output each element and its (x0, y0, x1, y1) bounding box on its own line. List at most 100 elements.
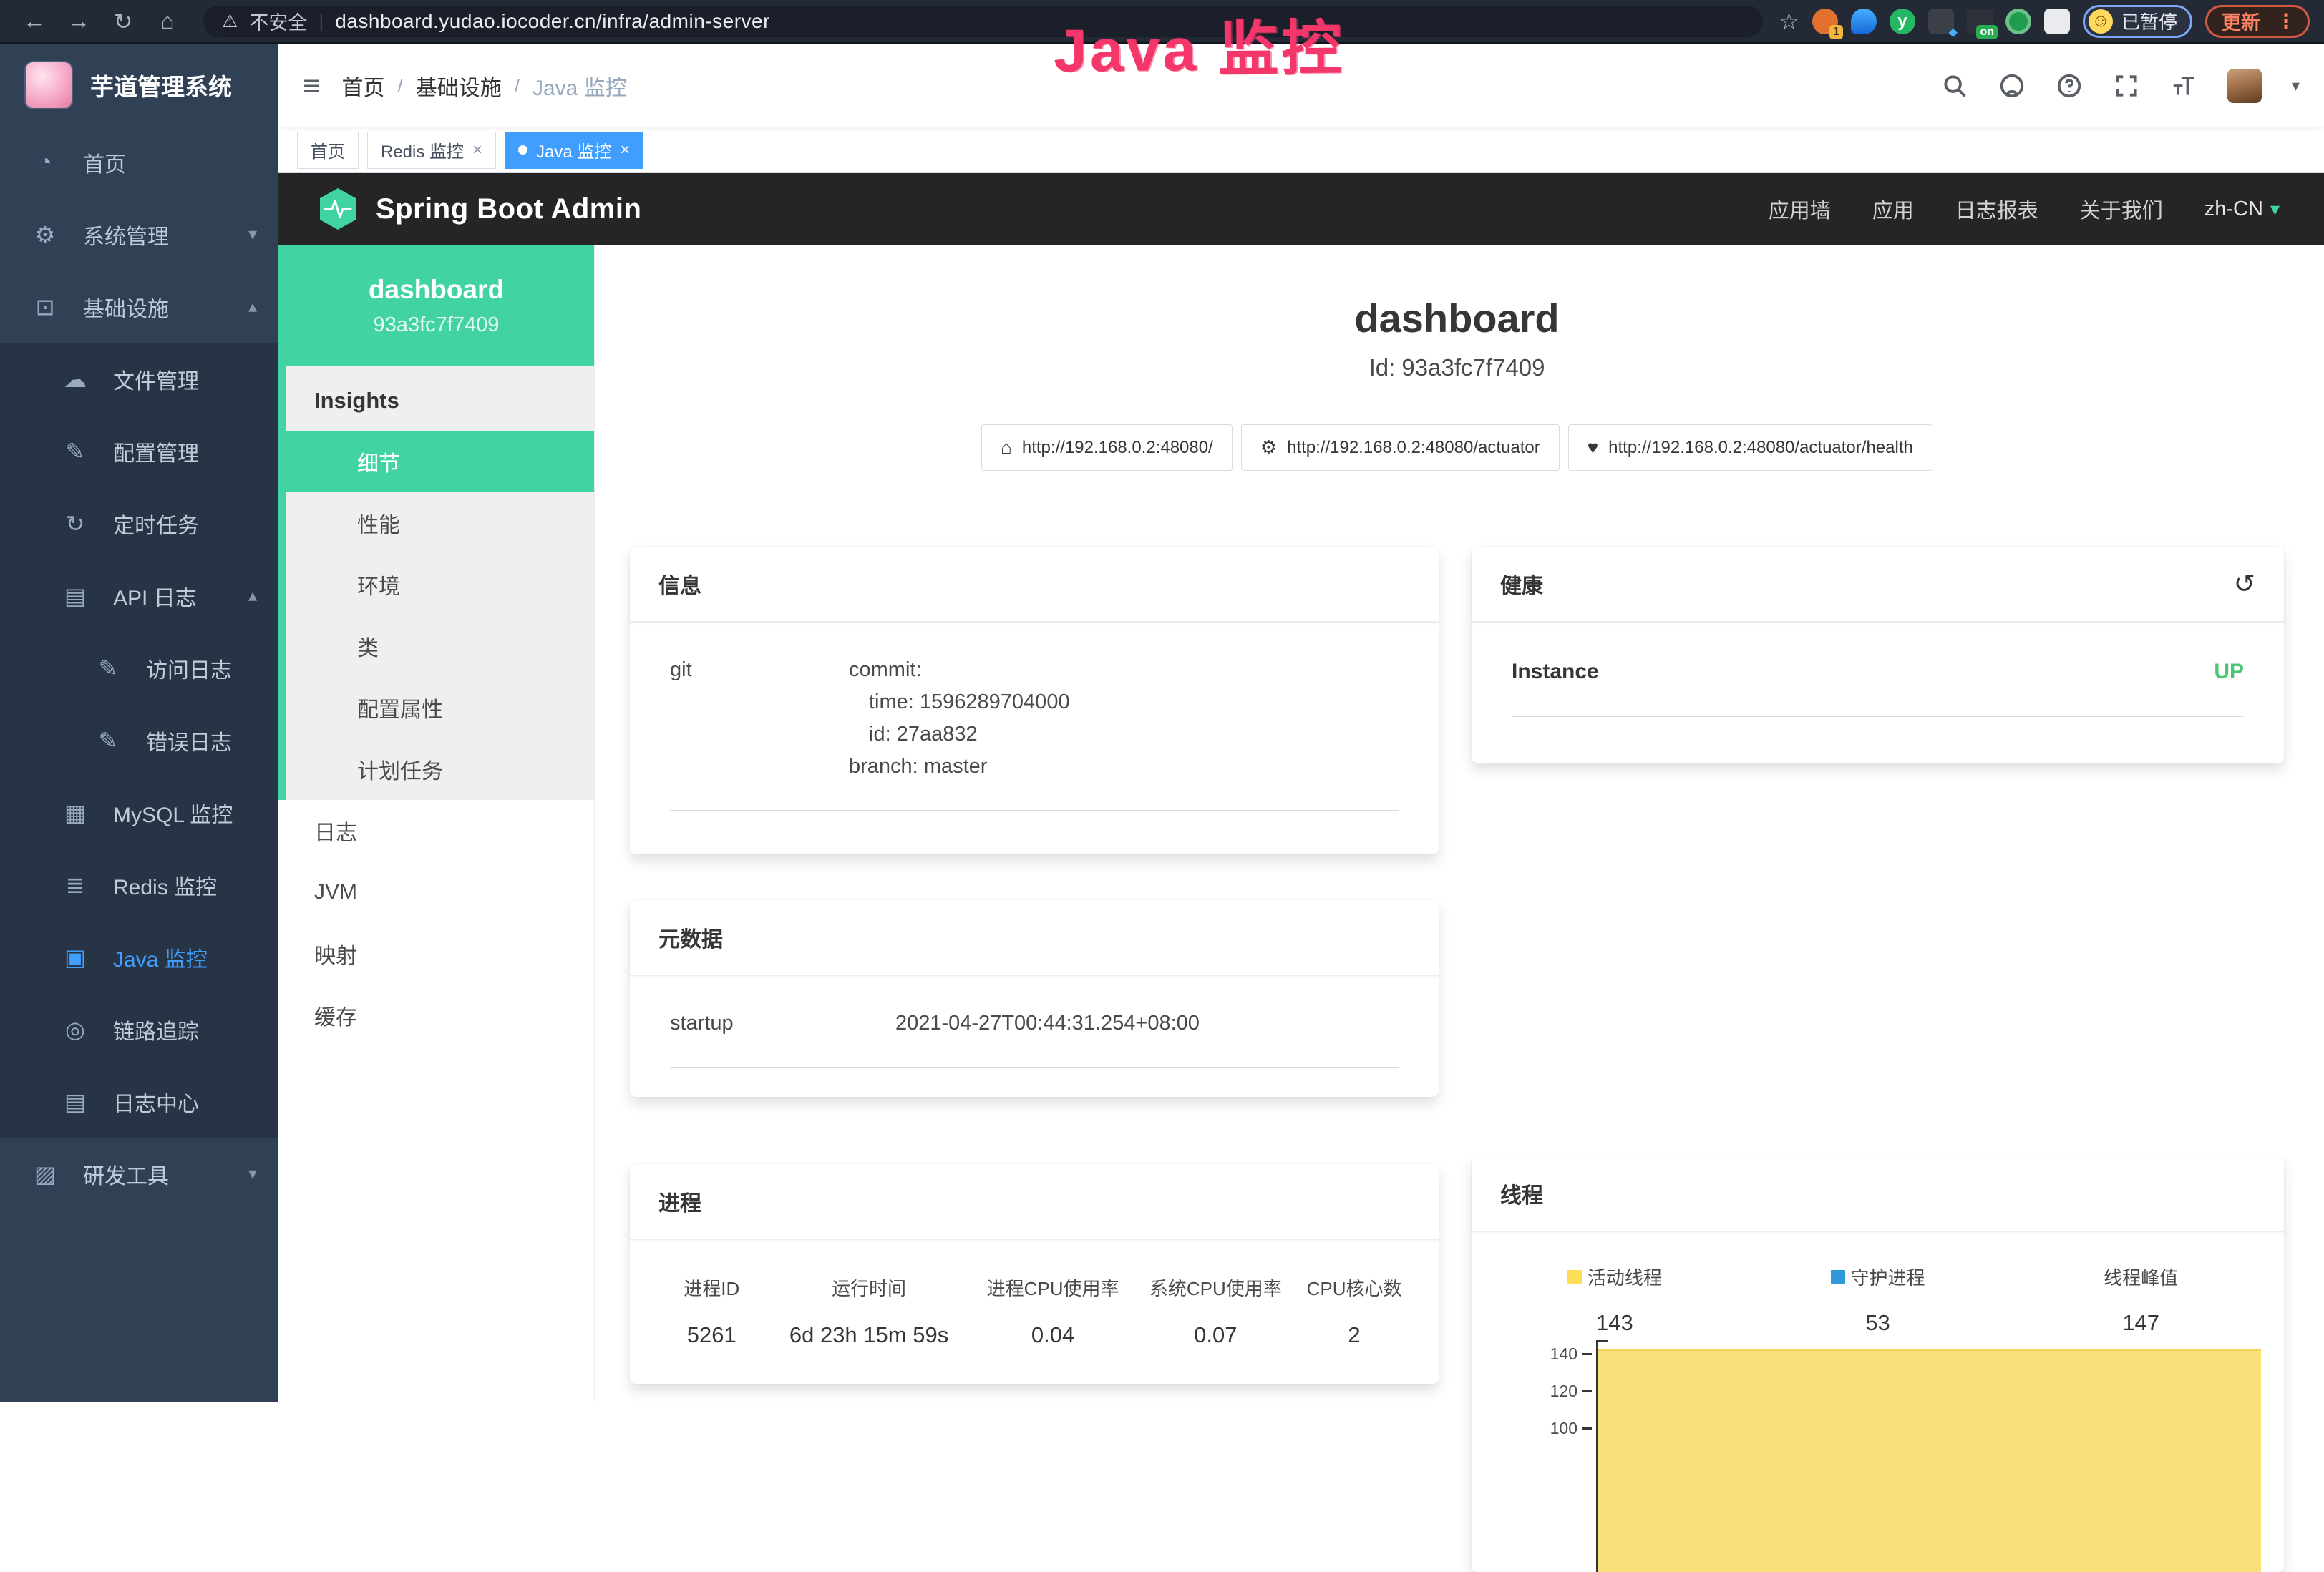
browser-reload-icon[interactable]: ↻ (103, 8, 143, 35)
threads-card: 线程 活动线程 143 (1472, 1156, 2284, 1572)
browser-forward-icon[interactable]: → (59, 8, 99, 34)
top-navbar: ≡ 首页 / 基础设施 / Java 监控 (278, 44, 2324, 127)
sidebar-item-label: API 日志 (113, 580, 197, 612)
tab-java-monitor[interactable]: Java 监控 × (505, 132, 643, 169)
sba-link-journal[interactable]: 日志报表 (1955, 194, 2038, 224)
sidebar-item-system[interactable]: ⚙ 系统管理 ▾ (0, 198, 278, 270)
health-heart-icon: ♥ (1588, 436, 1598, 459)
sba-link-wallboard[interactable]: 应用墙 (1769, 194, 1831, 224)
user-avatar[interactable] (2227, 69, 2262, 103)
sidebar-item-redis[interactable]: ≣ Redis 监控 (0, 849, 278, 921)
browser-home-icon[interactable]: ⌂ (147, 8, 188, 34)
info-value: commit: time: 1596289704000 id: 27aa832 … (849, 654, 1070, 783)
extension-pin-icon[interactable] (1851, 9, 1877, 34)
sba-item-details[interactable]: 细节 (286, 431, 594, 492)
sidebar-item-devtools[interactable]: ▨ 研发工具 ▾ (0, 1138, 278, 1210)
chevron-up-icon: ▴ (248, 585, 257, 606)
sidebar-item-api-log[interactable]: ▤ API 日志 ▴ (0, 560, 278, 632)
sba-brand[interactable]: Spring Boot Admin (319, 187, 641, 230)
sidebar-item-infra[interactable]: ⊡ 基础设施 ▴ (0, 270, 278, 343)
extension-yuque-icon[interactable]: y (1890, 9, 1915, 34)
sidebar-item-label: 首页 (83, 147, 126, 178)
browser-menu-kebab-icon[interactable]: ⋮ (2269, 9, 2303, 33)
endpoint-health-button[interactable]: ♥ http://192.168.0.2:48080/actuator/heal… (1568, 424, 1932, 471)
sba-item-environment[interactable]: 环境 (286, 554, 594, 615)
threads-daemon-stat: 守护进程 53 (1746, 1264, 2010, 1336)
process-table-values: 5261 6d 23h 15m 59s 0.04 0.07 2 (656, 1322, 1413, 1348)
sidebar-item-tracing[interactable]: ◎ 链路追踪 (0, 993, 278, 1065)
process-header-cell: CPU核心数 (1295, 1274, 1413, 1301)
sidebar-collapse-icon[interactable]: ≡ (303, 69, 321, 103)
sidebar-item-job[interactable]: ↻ 定时任务 (0, 487, 278, 560)
chrome-update-button[interactable]: 更新 ⋮ (2205, 5, 2310, 38)
avatar-caret-down-icon[interactable]: ▾ (2292, 77, 2300, 95)
security-label[interactable]: 不安全 (249, 7, 307, 35)
sidebar-item-java-monitor[interactable]: ▣ Java 监控 (0, 921, 278, 993)
sba-body: dashboard 93a3fc7f7409 Insights 细节 性能 环境… (278, 245, 2324, 1402)
endpoint-actuator-button[interactable]: ⚙ http://192.168.0.2:48080/actuator (1241, 424, 1560, 471)
legend-swatch-live (1567, 1270, 1582, 1284)
sba-item-classes[interactable]: 类 (286, 615, 594, 677)
sba-link-applications[interactable]: 应用 (1872, 194, 1914, 224)
history-icon[interactable]: ↺ (2234, 569, 2255, 599)
sba-item-logs[interactable]: 日志 (278, 800, 594, 861)
close-icon[interactable]: × (472, 140, 482, 160)
close-icon[interactable]: × (620, 140, 630, 160)
sidebar-item-config[interactable]: ✎ 配置管理 (0, 415, 278, 487)
extension-badge: 1 (1829, 25, 1843, 39)
process-table-headers: 进程ID 运行时间 进程CPU使用率 系统CPU使用率 CPU核心数 (656, 1274, 1413, 1301)
extension-grid-icon[interactable] (1928, 9, 1954, 34)
breadcrumb-separator: / (398, 75, 403, 97)
sba-item-jvm[interactable]: JVM (278, 861, 594, 923)
sidebar-item-home[interactable]: ◔ 首页 (0, 126, 278, 198)
health-card-header: 健康 ↺ (1472, 547, 2284, 623)
fullscreen-icon[interactable] (2113, 72, 2140, 99)
sidebar-item-file[interactable]: ☁ 文件管理 (0, 343, 278, 415)
locale-selector[interactable]: zh-CN ▾ (2204, 197, 2280, 221)
browser-back-icon[interactable]: ← (14, 8, 54, 34)
profile-sync-paused-chip[interactable]: ☺ 已暂停 (2083, 5, 2192, 38)
health-instance-row[interactable]: Instance UP (1512, 660, 2244, 717)
process-value-cell: 0.07 (1136, 1322, 1296, 1348)
instance-header[interactable]: dashboard 93a3fc7f7409 (278, 245, 594, 366)
app-logo-row[interactable]: 芋道管理系统 (0, 44, 278, 126)
breadcrumb-infra[interactable]: 基础设施 (416, 70, 502, 102)
sidebar-item-log-center[interactable]: ▤ 日志中心 (0, 1065, 278, 1138)
extension-switch-icon[interactable]: on (1967, 9, 1993, 34)
process-card-header: 进程 (630, 1164, 1439, 1240)
eye-icon: ◎ (60, 1016, 90, 1043)
process-value-cell: 0.04 (971, 1322, 1136, 1348)
breadcrumb-home[interactable]: 首页 (342, 70, 385, 102)
search-icon[interactable] (1941, 72, 1968, 99)
insights-section: Insights 细节 性能 环境 类 配置属性 计划任务 (278, 366, 594, 800)
sidebar-item-error-log[interactable]: ✎ 错误日志 (0, 704, 278, 776)
font-size-icon[interactable] (2170, 72, 2197, 99)
sidebar-item-mysql[interactable]: ▦ MySQL 监控 (0, 776, 278, 849)
sba-link-about[interactable]: 关于我们 (2080, 194, 2163, 224)
info-git-row: git commit: time: 1596289704000 id: 27aa… (670, 654, 1399, 811)
extension-shield-icon[interactable]: 1 (1812, 9, 1838, 34)
endpoint-home-button[interactable]: ⌂ http://192.168.0.2:48080/ (981, 424, 1233, 471)
address-bar[interactable]: ⚠ 不安全 | dashboard.yudao.iocoder.cn/infra… (203, 6, 1763, 37)
home-icon: ⌂ (1001, 436, 1012, 459)
profile-avatar-icon: ☺ (2089, 9, 2113, 34)
sba-item-mappings[interactable]: 映射 (278, 923, 594, 985)
sba-item-metrics[interactable]: 性能 (286, 492, 594, 554)
sidebar-item-label: Java 监控 (113, 942, 208, 973)
url-text[interactable]: dashboard.yudao.iocoder.cn/infra/admin-s… (335, 10, 770, 33)
sba-item-config-props[interactable]: 配置属性 (286, 677, 594, 738)
extension-puzzle-icon[interactable] (2044, 9, 2070, 34)
tab-home[interactable]: 首页 (297, 132, 359, 169)
tab-redis-monitor[interactable]: Redis 监控 × (367, 132, 496, 169)
metadata-card: 元数据 startup 2021-04-27T00:44:31.254+08:0… (630, 900, 1439, 1097)
info-line: branch: master (849, 751, 1070, 783)
sidebar-item-access-log[interactable]: ✎ 访问日志 (0, 632, 278, 704)
help-icon[interactable] (2056, 72, 2083, 99)
extension-magnifier-icon[interactable] (2005, 9, 2031, 34)
process-value-cell: 6d 23h 15m 59s (767, 1322, 970, 1348)
github-icon[interactable] (1998, 72, 2026, 99)
tick-mark (1582, 1427, 1592, 1430)
sba-item-scheduled-tasks[interactable]: 计划任务 (286, 738, 594, 800)
bookmark-star-icon[interactable]: ☆ (1779, 8, 1799, 35)
sba-item-caches[interactable]: 缓存 (278, 985, 594, 1046)
